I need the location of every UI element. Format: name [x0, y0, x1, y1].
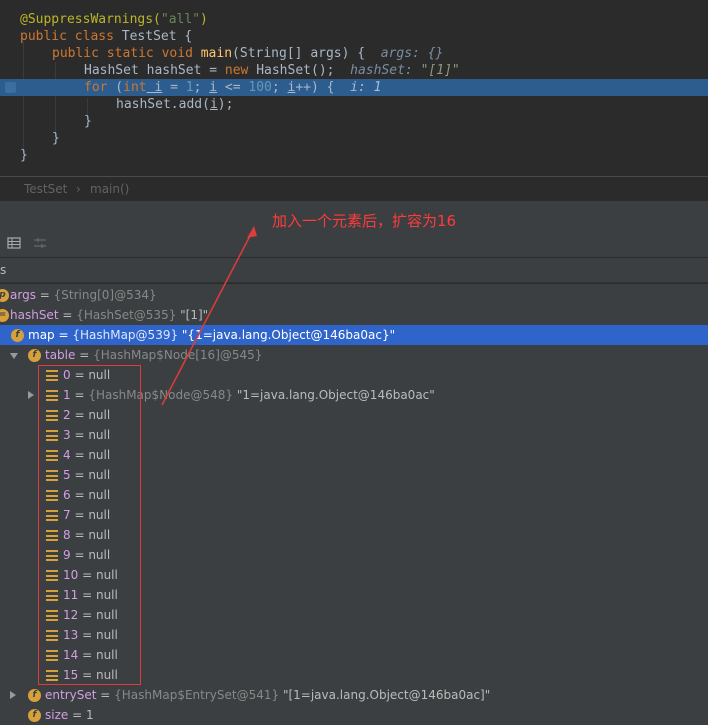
breadcrumb-method[interactable]: main() — [90, 177, 129, 201]
chevron-down-icon[interactable] — [10, 353, 18, 359]
code-line-3: public static void main(String[] args) {… — [52, 46, 444, 61]
variables-label: s — [0, 258, 708, 283]
breadcrumb-separator: › — [76, 182, 81, 196]
table-view-icon[interactable] — [7, 236, 21, 250]
code-line-9: } — [20, 148, 28, 163]
code-line-1: @SuppressWarnings("all") — [20, 12, 208, 27]
var-row-size[interactable]: f size = 1 — [0, 705, 708, 725]
code-line-4: HashSet hashSet = new HashSet(); hashSet… — [84, 63, 460, 78]
field-icon: f — [28, 689, 41, 702]
field-icon: f — [28, 709, 41, 722]
execution-point-icon[interactable] — [5, 82, 16, 93]
local-variable-icon: = — [0, 309, 9, 322]
annotation-text: 加入一个元素后，扩容为16 — [272, 212, 457, 230]
chevron-right-icon[interactable] — [28, 391, 34, 399]
highlight-box — [38, 365, 141, 685]
var-row-args[interactable]: p args = {String[0]@534} — [0, 285, 708, 305]
var-row-hashset[interactable]: = hashSet = {HashSet@535} "[1]" — [0, 305, 708, 325]
var-row-table[interactable]: f table = {HashMap$Node[16]@545} — [0, 345, 708, 365]
field-icon: f — [11, 329, 24, 342]
breadcrumb-class[interactable]: TestSet — [24, 177, 67, 201]
parameter-icon: p — [0, 289, 9, 302]
code-editor[interactable]: @SuppressWarnings("all") public class Te… — [0, 0, 708, 176]
code-line-5-current: for (int i = 1; i <= 100; i++) { i: 1 — [0, 79, 708, 96]
chevron-right-icon[interactable] — [10, 691, 16, 699]
breadcrumb: TestSet › main() — [0, 177, 708, 201]
debug-toolbar — [0, 231, 708, 257]
code-line-8: } — [52, 131, 60, 146]
inline-hint: args: {} — [380, 46, 444, 61]
field-icon: f — [28, 349, 41, 362]
code-line-6: hashSet.add(i); — [116, 97, 234, 112]
settings-layout-icon[interactable] — [33, 236, 47, 250]
var-row-map[interactable]: f map = {HashMap@539} "{1=java.lang.Obje… — [0, 325, 708, 345]
code-line-7: } — [84, 114, 92, 129]
var-row-entryset[interactable]: f entrySet = {HashMap$EntrySet@541} "[1=… — [0, 685, 708, 705]
code-line-2: public class TestSet { — [20, 29, 193, 44]
